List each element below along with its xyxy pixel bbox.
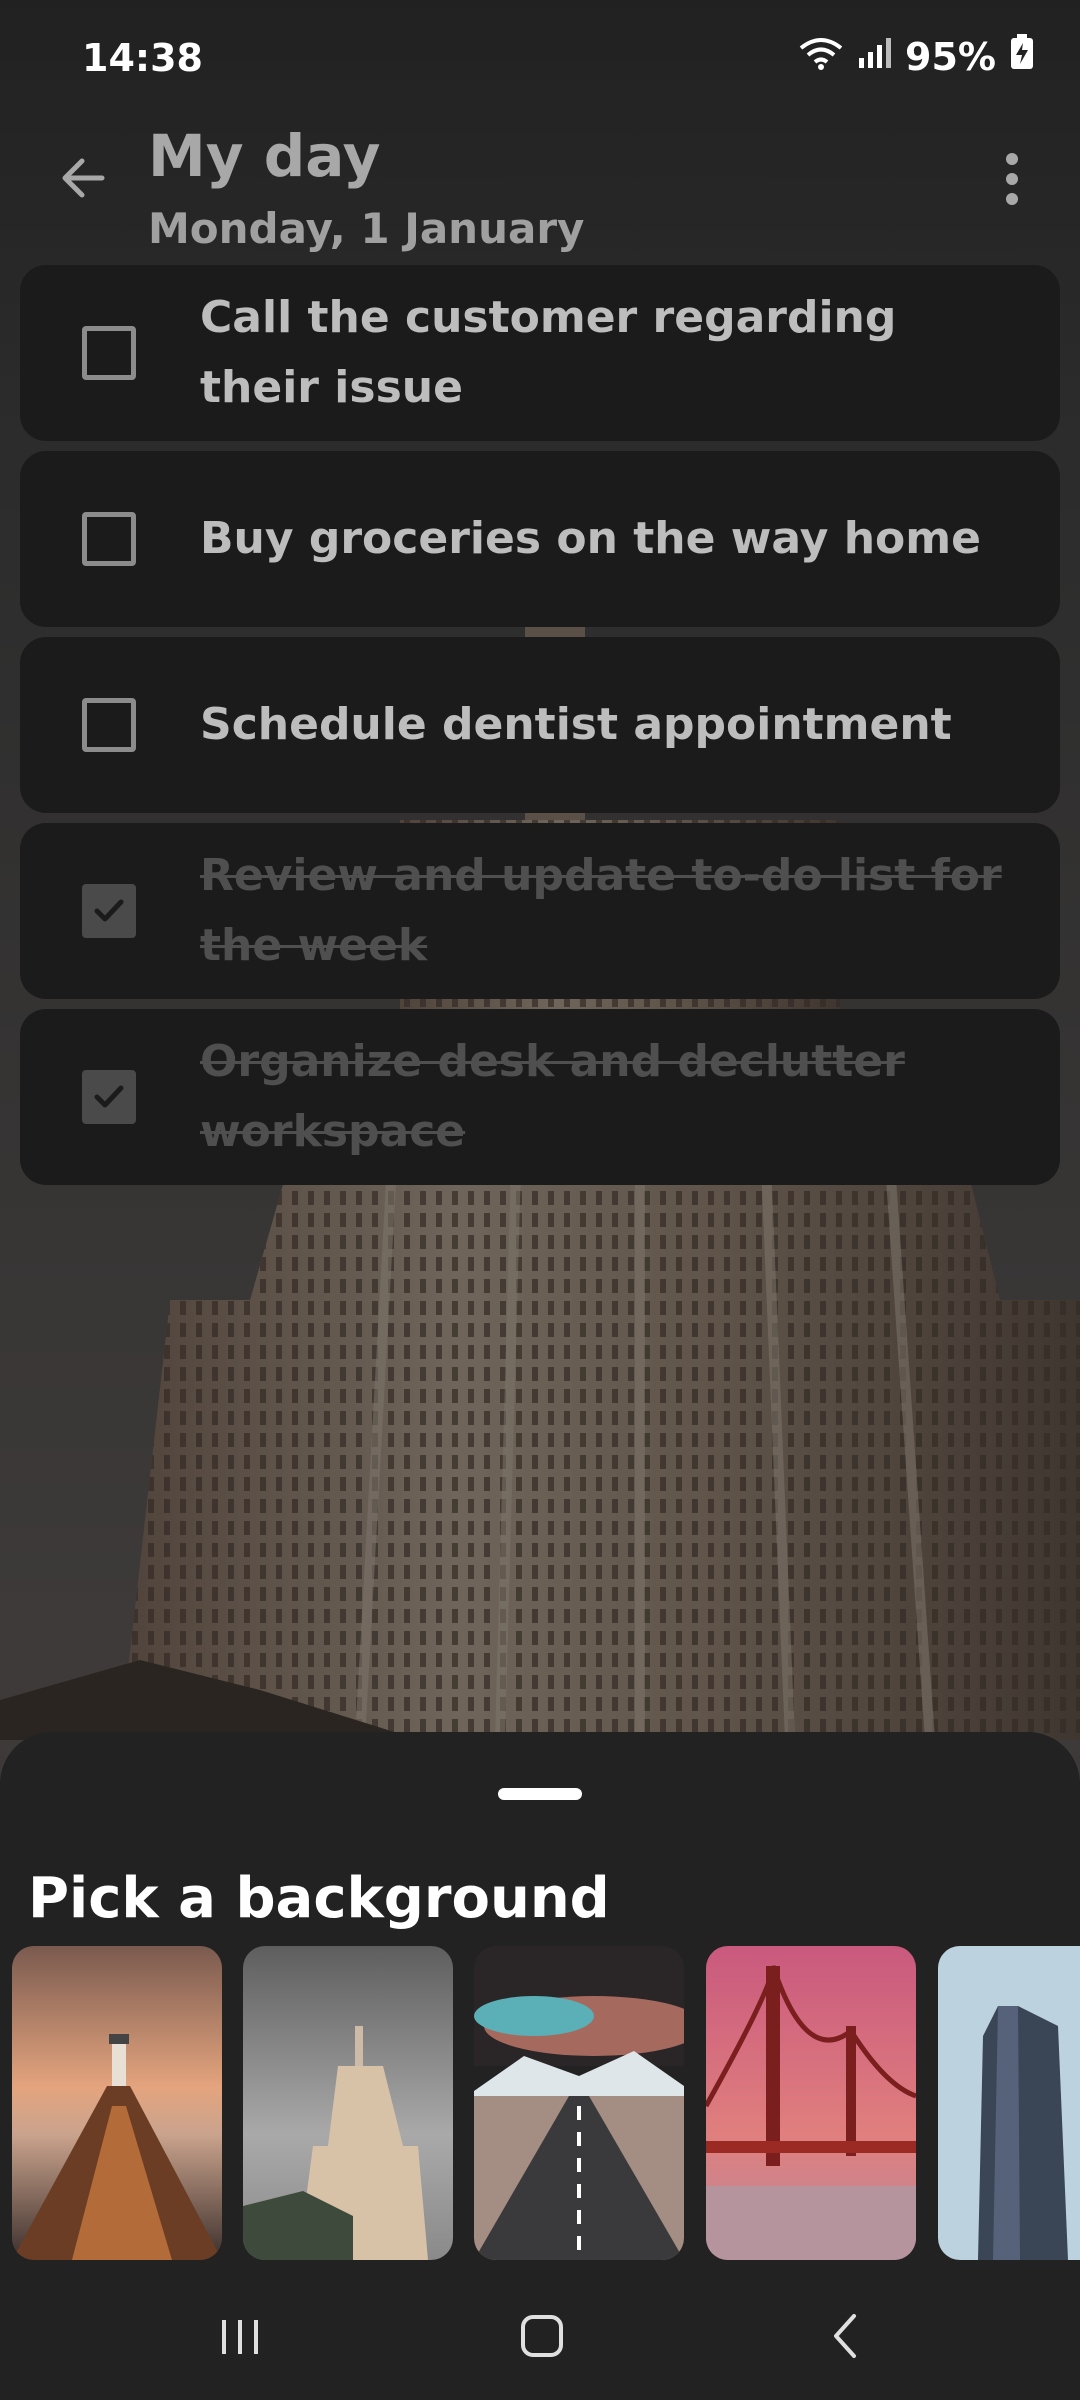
background-picker-sheet: Pick a background bbox=[0, 1732, 1080, 2270]
back-icon[interactable] bbox=[806, 2300, 886, 2370]
checkmark-icon bbox=[94, 1085, 124, 1108]
background-thumb-flatiron[interactable] bbox=[938, 1946, 1080, 2260]
back-arrow-icon[interactable] bbox=[52, 146, 116, 210]
home-icon[interactable] bbox=[502, 2300, 582, 2370]
task-list: Call the customer regarding their issue … bbox=[20, 265, 1060, 1195]
background-thumb-lighthouse[interactable] bbox=[12, 1946, 222, 2260]
task-text: Call the customer regarding their issue bbox=[200, 292, 897, 413]
page-title: My day bbox=[148, 122, 381, 190]
task-item-completed[interactable]: Organize desk and declutter workspace bbox=[20, 1009, 1060, 1185]
header: My day Monday, 1 January bbox=[0, 120, 1080, 260]
drag-handle[interactable] bbox=[498, 1788, 582, 1800]
status-time: 14:38 bbox=[82, 36, 203, 80]
more-vert-icon[interactable] bbox=[982, 144, 1042, 214]
task-item[interactable]: Schedule dentist appointment bbox=[20, 637, 1060, 813]
task-text: Schedule dentist appointment bbox=[200, 699, 952, 750]
system-nav-bar bbox=[0, 2270, 1080, 2400]
background-thumbnails[interactable] bbox=[0, 1946, 1080, 2262]
task-checkbox[interactable] bbox=[82, 326, 136, 380]
task-item[interactable]: Buy groceries on the way home bbox=[20, 451, 1060, 627]
recent-apps-icon[interactable] bbox=[200, 2300, 280, 2370]
battery-text: 95% bbox=[905, 34, 996, 79]
date-subtitle: Monday, 1 January bbox=[148, 204, 585, 253]
background-thumb-road[interactable] bbox=[474, 1946, 684, 2260]
task-text: Buy groceries on the way home bbox=[200, 513, 981, 564]
background-thumb-bridge[interactable] bbox=[706, 1946, 916, 2260]
signal-icon bbox=[857, 35, 892, 79]
task-checkbox[interactable] bbox=[82, 512, 136, 566]
status-bar: 14:38 95% bbox=[0, 0, 1080, 120]
task-text: Review and update to-do list for the wee… bbox=[200, 850, 1002, 971]
task-checkbox[interactable] bbox=[82, 698, 136, 752]
checkmark-icon bbox=[94, 899, 124, 922]
task-item-completed[interactable]: Review and update to-do list for the wee… bbox=[20, 823, 1060, 999]
task-checkbox-checked[interactable] bbox=[82, 1070, 136, 1124]
task-item[interactable]: Call the customer regarding their issue bbox=[20, 265, 1060, 441]
background-thumb-skyscraper[interactable] bbox=[243, 1946, 453, 2260]
sheet-title: Pick a background bbox=[28, 1866, 610, 1931]
wifi-icon bbox=[799, 35, 843, 79]
task-text: Organize desk and declutter workspace bbox=[200, 1036, 905, 1157]
task-checkbox-checked[interactable] bbox=[82, 884, 136, 938]
battery-charging-icon bbox=[1010, 34, 1034, 79]
